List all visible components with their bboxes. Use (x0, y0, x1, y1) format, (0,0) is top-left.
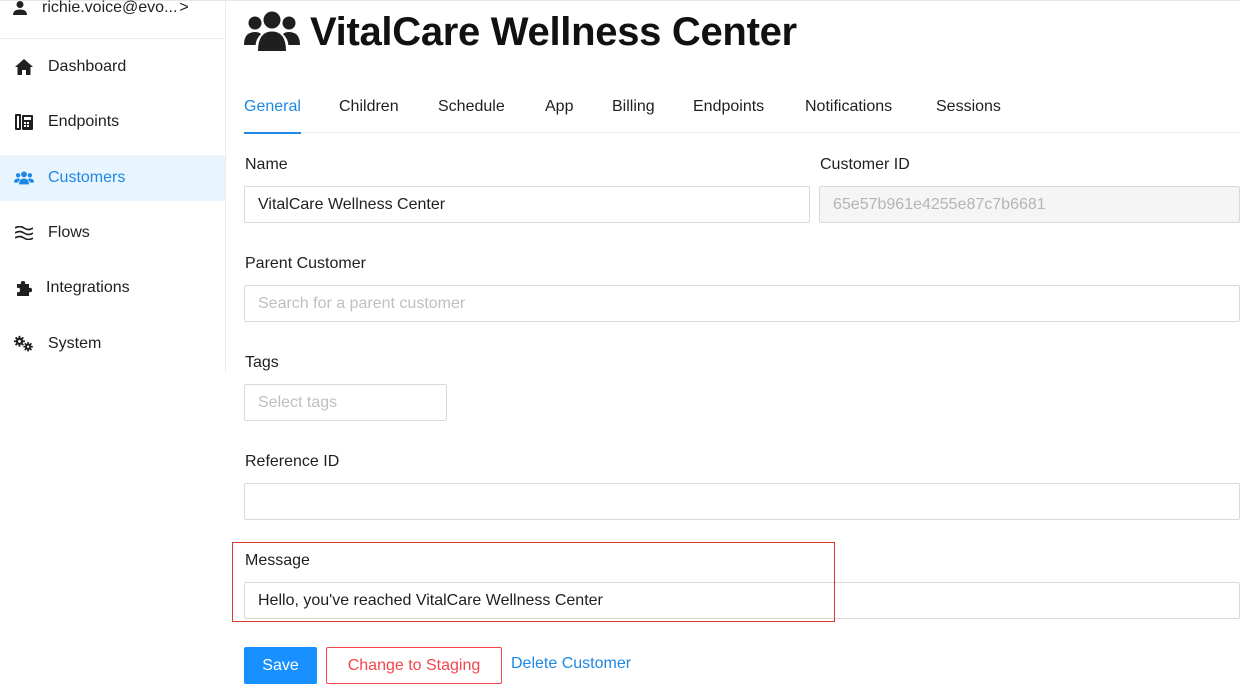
sidebar-item-endpoints[interactable]: Endpoints (0, 99, 225, 145)
tags-label: Tags (245, 354, 279, 371)
user-menu[interactable]: richie.voice@evo... > (0, 0, 225, 39)
sidebar-item-label: System (48, 335, 102, 352)
sidebar-item-label: Customers (48, 169, 126, 186)
chevron-right-icon: > (179, 0, 189, 16)
page-title: VitalCare Wellness Center (310, 9, 797, 54)
sidebar-item-label: Dashboard (48, 58, 127, 75)
sidebar-item-label: Integrations (46, 279, 130, 296)
parent-customer-search[interactable] (244, 285, 1240, 322)
tags-select[interactable] (244, 384, 447, 421)
change-to-staging-button[interactable]: Change to Staging (326, 647, 502, 684)
tab-app[interactable]: App (545, 85, 573, 133)
sidebar-item-flows[interactable]: Flows (0, 210, 225, 256)
delete-customer-link[interactable]: Delete Customer (511, 655, 631, 673)
sidebar-item-dashboard[interactable]: Dashboard (0, 44, 225, 90)
user-email: richie.voice@evo... (42, 0, 178, 16)
tab-bar: General Children Schedule App Billing En… (244, 85, 1240, 134)
tab-general[interactable]: General (244, 85, 301, 134)
users-icon (14, 168, 34, 188)
tab-sessions[interactable]: Sessions (936, 85, 1001, 133)
tab-billing[interactable]: Billing (612, 85, 655, 133)
message-input[interactable] (244, 582, 1240, 619)
customer-id-input (819, 186, 1240, 223)
sidebar-item-integrations[interactable]: Integrations (0, 265, 225, 311)
puzzle-icon (14, 278, 34, 298)
home-icon (14, 57, 34, 77)
name-label: Name (245, 156, 288, 173)
tab-endpoints[interactable]: Endpoints (693, 85, 764, 133)
customer-id-label: Customer ID (820, 156, 910, 173)
reference-id-label: Reference ID (245, 453, 340, 470)
tab-notifications[interactable]: Notifications (805, 85, 892, 133)
sidebar-item-system[interactable]: System (0, 321, 225, 367)
cogs-icon (14, 334, 34, 354)
water-icon (14, 223, 34, 243)
users-icon (244, 9, 300, 55)
name-input[interactable] (244, 186, 810, 223)
parent-customer-label: Parent Customer (245, 255, 366, 272)
user-icon (12, 1, 28, 17)
app-frame: richie.voice@evo... > Dashboard Endpoint… (0, 0, 1240, 700)
sidebar-item-label: Endpoints (48, 113, 120, 130)
sidebar: richie.voice@evo... > Dashboard Endpoint… (0, 0, 226, 373)
sidebar-item-label: Flows (48, 224, 90, 241)
tab-children[interactable]: Children (339, 85, 399, 133)
reference-id-input[interactable] (244, 483, 1240, 520)
message-label: Message (245, 552, 310, 569)
page-header: VitalCare Wellness Center (244, 9, 797, 55)
sidebar-item-customers[interactable]: Customers (0, 155, 225, 201)
tab-schedule[interactable]: Schedule (438, 85, 505, 133)
endpoints-icon (14, 112, 34, 132)
save-button[interactable]: Save (244, 647, 317, 684)
